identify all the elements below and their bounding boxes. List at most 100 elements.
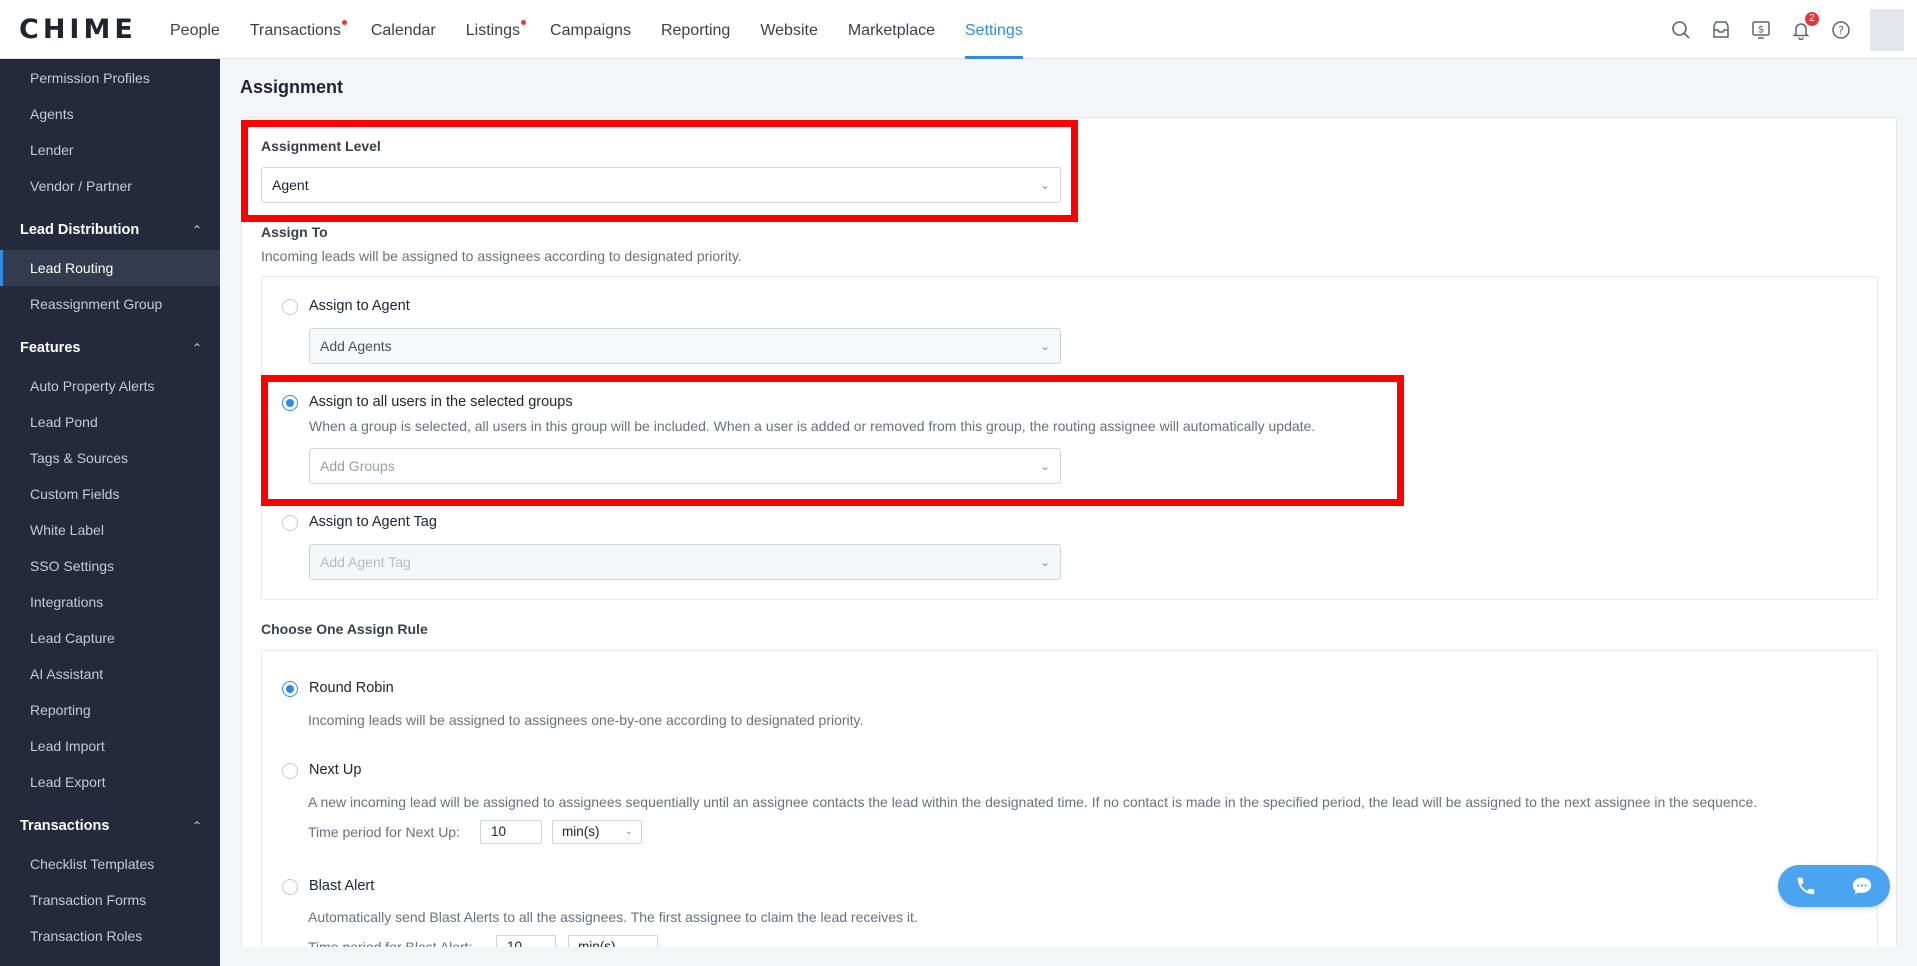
- assign-to-options-box: Assign to Agent Add Agents ⌄ Assign to a…: [261, 276, 1878, 600]
- next-up-unit-select[interactable]: min(s) ⌄: [552, 820, 642, 844]
- assign-rule-options-box: Round Robin Incoming leads will be assig…: [261, 650, 1878, 966]
- sidebar-section-features[interactable]: Features ⌃: [0, 328, 220, 368]
- nav-reporting[interactable]: Reporting: [661, 0, 730, 59]
- settings-sidebar: Permission Profiles Agents Lender Vendor…: [0, 59, 220, 966]
- dollar-screen-icon[interactable]: $: [1750, 19, 1772, 41]
- assignment-level-value: Agent: [272, 177, 309, 193]
- add-groups-select[interactable]: Add Groups ⌄: [309, 448, 1061, 484]
- page-bottom-edge: [220, 947, 1917, 966]
- svg-text:$: $: [1758, 24, 1764, 35]
- assign-to-agent-label[interactable]: Assign to Agent: [309, 298, 410, 314]
- round-robin-radio[interactable]: [282, 681, 298, 697]
- chevron-down-icon: ⌄: [1039, 178, 1050, 192]
- next-up-period-input[interactable]: 10: [480, 820, 542, 844]
- blast-alert-radio[interactable]: [282, 879, 298, 895]
- chevron-down-icon: ⌄: [624, 826, 633, 837]
- nav-listings-label: Listings: [465, 22, 521, 39]
- add-agents-placeholder: Add Agents: [320, 338, 392, 354]
- top-icon-group: $ 2 ?: [1670, 0, 1917, 59]
- chevron-up-icon: ⌃: [191, 819, 202, 833]
- chevron-up-icon: ⌃: [191, 223, 202, 237]
- search-icon[interactable]: [1670, 19, 1692, 41]
- sidebar-item-lead-capture[interactable]: Lead Capture: [0, 620, 220, 656]
- svg-text:?: ?: [1838, 24, 1844, 37]
- next-up-label[interactable]: Next Up: [309, 762, 361, 778]
- nav-settings[interactable]: Settings: [965, 0, 1023, 59]
- add-agent-tag-select[interactable]: Add Agent Tag ⌄: [309, 544, 1061, 580]
- nav-people[interactable]: People: [170, 0, 220, 59]
- sidebar-item-auto-property-alerts[interactable]: Auto Property Alerts: [0, 368, 220, 404]
- assignment-level-label: Assignment Level: [261, 138, 381, 154]
- assignment-level-select[interactable]: Agent ⌄: [261, 167, 1061, 203]
- nav-calendar-label: Calendar: [370, 22, 436, 39]
- inbox-icon[interactable]: [1710, 19, 1732, 41]
- nav-reporting-label: Reporting: [660, 22, 731, 39]
- nav-website[interactable]: Website: [760, 0, 818, 59]
- chevron-down-icon: ⌄: [1039, 459, 1050, 473]
- sidebar-item-lender[interactable]: Lender: [0, 132, 220, 168]
- chevron-down-icon: ⌄: [1039, 339, 1050, 353]
- blast-alert-label[interactable]: Blast Alert: [309, 878, 374, 894]
- sidebar-item-lead-export[interactable]: Lead Export: [0, 764, 220, 800]
- assignment-card: Assignment Level Agent ⌄ Assign To Incom…: [241, 117, 1897, 966]
- next-up-radio[interactable]: [282, 763, 298, 779]
- sidebar-item-transaction-forms[interactable]: Transaction Forms: [0, 882, 220, 918]
- sidebar-item-reassignment-group[interactable]: Reassignment Group: [0, 286, 220, 322]
- sidebar-item-integrations[interactable]: Integrations: [0, 584, 220, 620]
- sidebar-item-agents[interactable]: Agents: [0, 96, 220, 132]
- phone-icon[interactable]: [1778, 865, 1834, 907]
- nav-settings-label: Settings: [965, 22, 1023, 39]
- sidebar-item-custom-fields[interactable]: Custom Fields: [0, 476, 220, 512]
- round-robin-label[interactable]: Round Robin: [309, 680, 394, 696]
- top-navigation-bar: CHIME People Transactions Calendar Listi…: [0, 0, 1917, 59]
- nav-listings[interactable]: Listings: [465, 0, 527, 59]
- user-avatar[interactable]: [1870, 8, 1904, 51]
- sidebar-section-title: Features: [20, 340, 81, 356]
- assign-to-label: Assign To: [261, 224, 328, 240]
- sidebar-item-sso-settings[interactable]: SSO Settings: [0, 548, 220, 584]
- next-up-description: A new incoming lead will be assigned to …: [308, 794, 1758, 810]
- nav-calendar[interactable]: Calendar: [371, 0, 436, 59]
- sidebar-item-lead-routing[interactable]: Lead Routing: [0, 250, 220, 286]
- chevron-up-icon: ⌃: [191, 341, 202, 355]
- chime-logo[interactable]: CHIME: [19, 14, 137, 45]
- assign-to-agent-tag-radio[interactable]: [282, 515, 298, 531]
- nav-transactions-label: Transactions: [249, 22, 341, 39]
- sidebar-item-vendor-partner[interactable]: Vendor / Partner: [0, 168, 220, 204]
- sidebar-section-title: Lead Distribution: [20, 222, 140, 238]
- sidebar-section-transactions[interactable]: Transactions ⌃: [0, 806, 220, 846]
- sidebar-item-tags-sources[interactable]: Tags & Sources: [0, 440, 220, 476]
- bell-icon[interactable]: 2: [1790, 11, 1819, 41]
- assign-to-groups-description: When a group is selected, all users in t…: [309, 418, 1316, 434]
- nav-campaigns[interactable]: Campaigns: [550, 0, 631, 59]
- assign-to-agent-tag-label[interactable]: Assign to Agent Tag: [309, 514, 437, 530]
- floating-contact-buttons: [1778, 865, 1890, 907]
- assign-to-groups-label[interactable]: Assign to all users in the selected grou…: [309, 394, 573, 410]
- help-icon[interactable]: ?: [1830, 19, 1852, 41]
- assign-to-groups-radio[interactable]: [282, 395, 298, 411]
- nav-marketplace[interactable]: Marketplace: [848, 0, 935, 59]
- sidebar-item-reporting[interactable]: Reporting: [0, 692, 220, 728]
- add-groups-placeholder: Add Groups: [320, 458, 395, 474]
- notification-badge: 2: [1805, 11, 1819, 26]
- sidebar-item-checklist-templates[interactable]: Checklist Templates: [0, 846, 220, 882]
- chat-icon[interactable]: [1834, 865, 1890, 907]
- sidebar-section-lead-distribution[interactable]: Lead Distribution ⌃: [0, 210, 220, 250]
- sidebar-item-permission-profiles[interactable]: Permission Profiles: [0, 60, 220, 96]
- nav-transactions[interactable]: Transactions: [249, 0, 347, 59]
- next-up-period-label: Time period for Next Up:: [308, 824, 460, 840]
- main-nav: People Transactions Calendar Listings Ca…: [170, 0, 1053, 59]
- nav-people-label: People: [170, 22, 220, 39]
- chevron-down-icon: ⌄: [1039, 555, 1050, 569]
- add-agents-select[interactable]: Add Agents ⌄: [309, 328, 1061, 364]
- sidebar-item-lead-import[interactable]: Lead Import: [0, 728, 220, 764]
- sidebar-item-ai-assistant[interactable]: AI Assistant: [0, 656, 220, 692]
- nav-marketplace-label: Marketplace: [847, 22, 935, 39]
- main-content: Assignment Assignment Level Agent ⌄ Assi…: [220, 59, 1917, 966]
- new-indicator-dot: [521, 20, 527, 25]
- sidebar-item-lead-pond[interactable]: Lead Pond: [0, 404, 220, 440]
- sidebar-item-transaction-roles[interactable]: Transaction Roles: [0, 918, 220, 954]
- sidebar-item-white-label[interactable]: White Label: [0, 512, 220, 548]
- blast-alert-description: Automatically send Blast Alerts to all t…: [308, 909, 918, 925]
- assign-to-agent-radio[interactable]: [282, 299, 298, 315]
